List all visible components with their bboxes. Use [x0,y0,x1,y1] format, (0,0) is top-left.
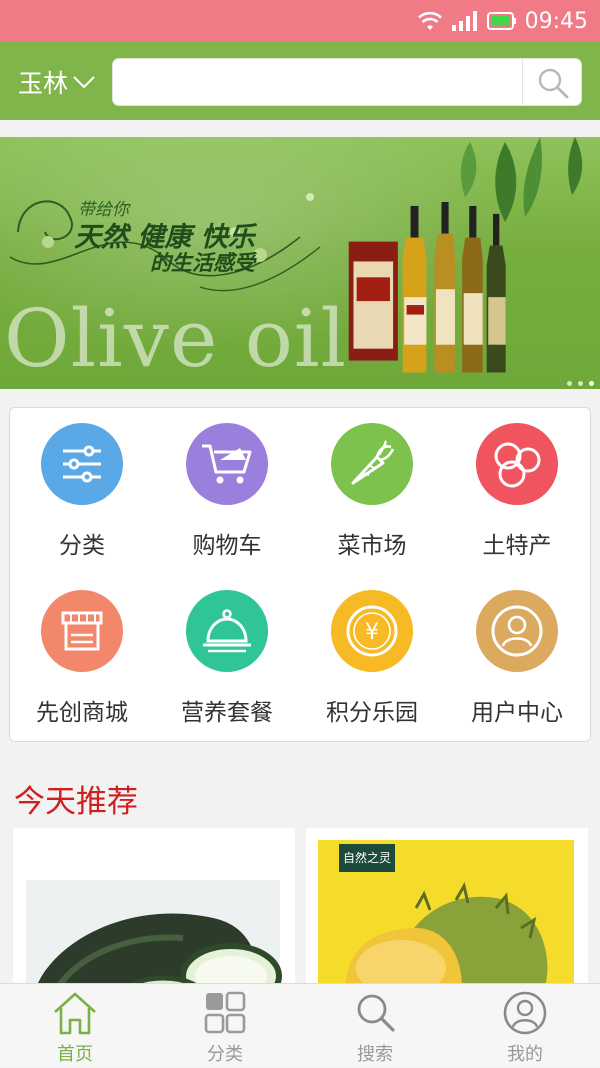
status-bar: 09:45 [0,0,600,42]
cart-icon [186,423,268,505]
search-divider [522,59,523,105]
pagination-dot[interactable] [578,381,583,386]
grid-item-label: 先创商城 [36,700,128,726]
tab-label: 搜索 [357,1044,393,1065]
search-icon [357,994,395,1032]
svg-text:¥: ¥ [365,620,379,645]
battery-icon [486,12,516,30]
store-icon [41,590,123,672]
durian-image: 自然之灵 [318,840,574,998]
food-cover-icon [186,590,268,672]
yen-coin-icon: ¥ [331,590,413,672]
durian-brand-text: 自然之灵 [343,850,391,865]
search-input[interactable] [121,65,521,99]
feature-grid: 分类 购物车 菜市场 土特产 先创商城 营养套餐 ¥ 积分乐园 用户中心 [9,407,591,742]
chevron-down-icon [73,76,95,89]
grid-item-label: 用户中心 [471,700,563,726]
banner-olive-oil-text: Olive oil [4,292,348,385]
grid-item-nutrition-meal[interactable]: 营养套餐 [155,575,299,735]
section-title-recommend: 今天推荐 [14,784,138,820]
grid-item-cart[interactable]: 购物车 [155,408,299,568]
grid-item-points-park[interactable]: ¥ 积分乐园 [300,575,444,735]
tab-search[interactable]: 搜索 [300,984,450,1068]
banner-slogan-sub: 的生活感受 [150,251,255,275]
profile-icon [503,991,547,1035]
recommend-card[interactable] [13,828,295,998]
grid-item-local-specialty[interactable]: 土特产 [445,408,589,568]
signal-icon [451,11,477,31]
app-header: 玉林 [0,42,600,120]
grid-item-category[interactable]: 分类 [10,408,154,568]
grid-item-vegetable-market[interactable]: 菜市场 [300,408,444,568]
pagination-dot-active[interactable] [589,381,594,386]
olive-oil-bottles-image [348,202,506,373]
grid-item-xianchuang-mall[interactable]: 先创商城 [10,575,154,735]
grid-item-label: 营养套餐 [181,700,273,726]
tab-home[interactable]: 首页 [0,984,150,1068]
tab-label: 首页 [57,1044,93,1065]
pagination-dot[interactable] [567,381,572,386]
home-icon [54,992,96,1035]
produce-icon [476,423,558,505]
bottom-tab-bar: 首页 分类 搜索 我的 [0,983,600,1067]
city-selector[interactable]: 玉林 [18,64,96,100]
tab-category[interactable]: 分类 [150,984,300,1068]
search-button-icon[interactable] [535,66,571,100]
status-time: 09:45 [524,8,588,34]
tab-mine[interactable]: 我的 [450,984,600,1068]
carrot-icon [331,423,413,505]
grid-icon [204,991,246,1034]
grid-item-label: 积分乐园 [326,700,418,726]
sliders-icon [41,423,123,505]
tab-label: 我的 [507,1044,543,1065]
grid-item-label: 菜市场 [337,533,407,559]
grid-item-label: 购物车 [192,533,262,559]
search-box [112,58,582,106]
tab-label: 分类 [207,1044,243,1065]
promo-banner[interactable]: 带给你 天然 健康 快乐 的生活感受 Olive oil [0,137,600,389]
grid-item-user-center[interactable]: 用户中心 [445,575,589,735]
wifi-icon [417,11,442,30]
status-icons: 09:45 [417,8,588,34]
grid-item-label: 分类 [59,533,105,559]
user-icon [476,590,558,672]
grid-item-label: 土特产 [482,533,552,559]
city-label: 玉林 [18,69,69,98]
winter-melon-image [26,880,282,998]
banner-pagination [567,381,594,386]
recommend-card[interactable]: 自然之灵 [306,828,588,998]
